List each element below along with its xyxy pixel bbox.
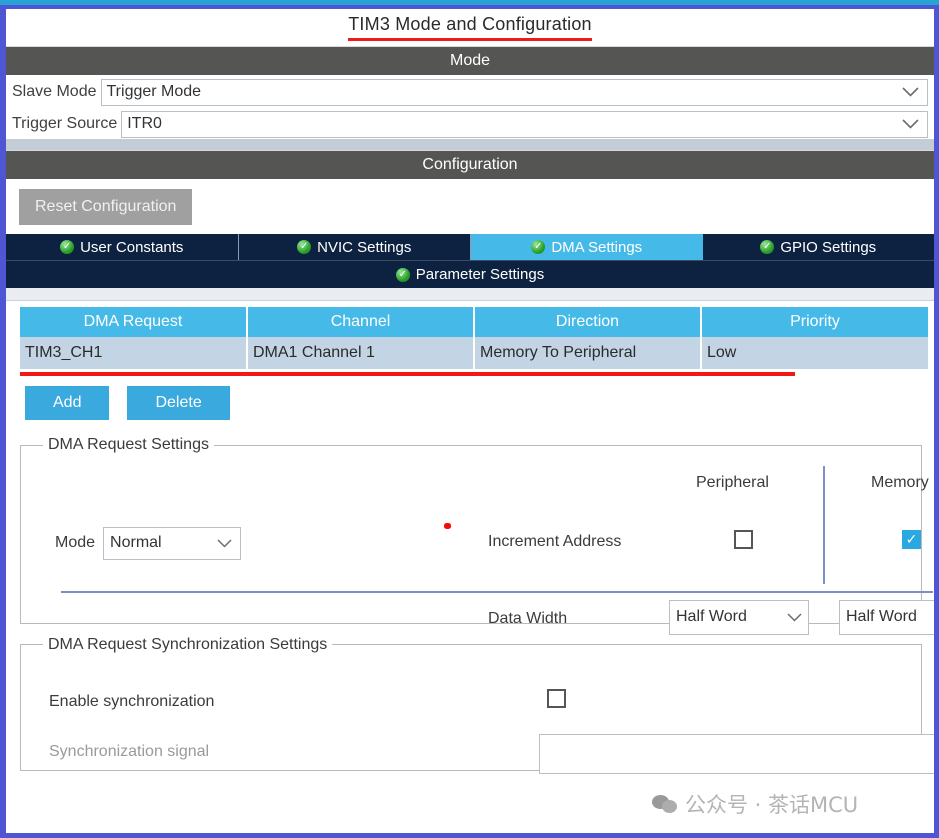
add-button[interactable]: Add <box>25 386 110 420</box>
trigger-source-select[interactable]: ITR0 <box>121 110 928 138</box>
reset-configuration-area: Reset Configuration <box>6 179 934 234</box>
reset-configuration-button[interactable]: Reset Configuration <box>19 188 193 225</box>
tab-label: User Constants <box>80 238 184 256</box>
settings-tab-bar: ✓ User Constants ✓ NVIC Settings ✓ DMA S… <box>6 234 934 260</box>
table-header-row: DMA Request Channel Direction Priority <box>20 307 928 337</box>
slave-mode-value: Trigger Mode <box>106 83 202 100</box>
column-divider-vertical <box>823 465 825 584</box>
slave-mode-row: Slave Mode Trigger Mode <box>6 75 934 107</box>
cell-channel: DMA1 Channel 1 <box>247 337 475 369</box>
column-header-dma-request[interactable]: DMA Request <box>20 307 248 337</box>
cell-priority: Low <box>701 337 928 369</box>
tab-user-constants[interactable]: ✓ User Constants <box>6 234 239 260</box>
slave-mode-select[interactable]: Trigger Mode <box>100 78 928 106</box>
mode-section-header: Mode <box>6 46 934 75</box>
section-divider <box>6 139 934 150</box>
row-divider-horizontal <box>61 590 933 593</box>
dma-request-settings-group: DMA Request Settings Peripheral Memory M… <box>20 436 934 635</box>
cell-dma-request: TIM3_CH1 <box>20 337 248 369</box>
enable-synchronization-label: Enable synchronization <box>49 693 215 711</box>
panel-content: TIM3 Mode and Configuration Mode Slave M… <box>6 9 934 833</box>
dma-sync-settings-legend: DMA Request Synchronization Settings <box>48 635 328 653</box>
data-width-peripheral-select[interactable]: Half Word <box>669 599 809 635</box>
increment-address-label: Increment Address <box>488 532 622 550</box>
mode-select[interactable]: Normal <box>103 526 242 560</box>
increment-address-memory-checkbox[interactable]: ✓ <box>902 529 921 549</box>
tab-dma-settings[interactable]: ✓ DMA Settings <box>471 234 703 260</box>
check-circle-icon: ✓ <box>297 240 312 254</box>
chevron-down-icon <box>217 539 232 548</box>
tab-label: DMA Settings <box>551 238 643 256</box>
tab-nvic-settings[interactable]: ✓ NVIC Settings <box>238 234 471 260</box>
peripheral-column-header: Peripheral <box>696 473 769 491</box>
table-action-buttons: Add Delete <box>6 376 934 420</box>
mode-value: Normal <box>110 534 162 552</box>
window-frame-bottom <box>0 833 939 838</box>
cursor-marker-dot <box>444 523 451 529</box>
column-header-direction[interactable]: Direction <box>474 307 702 337</box>
delete-button[interactable]: Delete <box>127 386 230 420</box>
page-title: TIM3 Mode and Configuration <box>348 14 592 41</box>
dma-request-table-wrap: DMA Request Channel Direction Priority T… <box>6 301 934 369</box>
trigger-source-value: ITR0 <box>127 115 162 132</box>
check-circle-icon: ✓ <box>395 267 410 282</box>
trigger-source-label: Trigger Source <box>12 115 118 132</box>
data-width-label: Data Width <box>488 609 568 627</box>
trigger-source-row: Trigger Source ITR0 <box>6 107 934 139</box>
check-circle-icon: ✓ <box>760 240 775 254</box>
table-row[interactable]: TIM3_CH1 DMA1 Channel 1 Memory To Periph… <box>20 337 928 369</box>
check-circle-icon: ✓ <box>531 240 546 254</box>
slave-mode-label: Slave Mode <box>12 83 97 100</box>
chevron-down-icon <box>902 119 919 129</box>
configuration-section-header: Configuration <box>6 150 934 179</box>
tab-gpio-settings[interactable]: ✓ GPIO Settings <box>702 234 934 260</box>
dma-request-settings-legend: DMA Request Settings <box>48 436 209 453</box>
tab-parameter-settings[interactable]: ✓ Parameter Settings <box>6 260 934 288</box>
data-width-memory-value: Half Word <box>846 608 917 626</box>
dma-request-table: DMA Request Channel Direction Priority T… <box>20 307 928 369</box>
mode-label: Mode <box>55 534 96 552</box>
chevron-down-icon <box>787 613 802 622</box>
synchronization-signal-select[interactable] <box>539 734 934 775</box>
mode-fields: Slave Mode Trigger Mode Trigger Source I… <box>6 75 934 139</box>
mode-field: Mode Normal <box>55 526 242 560</box>
subtab-label: Parameter Settings <box>415 266 545 283</box>
enable-synchronization-checkbox[interactable] <box>547 689 566 709</box>
synchronization-signal-label: Synchronization signal <box>49 743 210 761</box>
cubemx-configuration-window: TIM3 Mode and Configuration Mode Slave M… <box>0 0 939 838</box>
data-width-peripheral-value: Half Word <box>676 608 747 626</box>
check-circle-icon: ✓ <box>60 240 75 254</box>
column-header-channel[interactable]: Channel <box>247 307 475 337</box>
tab-label: GPIO Settings <box>780 238 877 256</box>
cell-direction: Memory To Peripheral <box>474 337 702 369</box>
data-width-peripheral-field: Half Word <box>669 599 809 635</box>
page-title-bar: TIM3 Mode and Configuration <box>6 9 934 46</box>
data-width-memory-select[interactable]: Half Word <box>839 599 934 635</box>
tab-content-divider <box>6 288 934 301</box>
tab-label: NVIC Settings <box>317 238 412 256</box>
data-width-memory-field: Half Word <box>839 599 934 635</box>
column-header-priority[interactable]: Priority <box>701 307 928 337</box>
increment-address-peripheral-checkbox[interactable] <box>734 529 753 549</box>
dma-sync-settings-group: DMA Request Synchronization Settings Ena… <box>20 635 934 775</box>
memory-column-header: Memory <box>871 473 929 491</box>
window-frame-right <box>934 5 939 838</box>
chevron-down-icon <box>902 87 919 97</box>
